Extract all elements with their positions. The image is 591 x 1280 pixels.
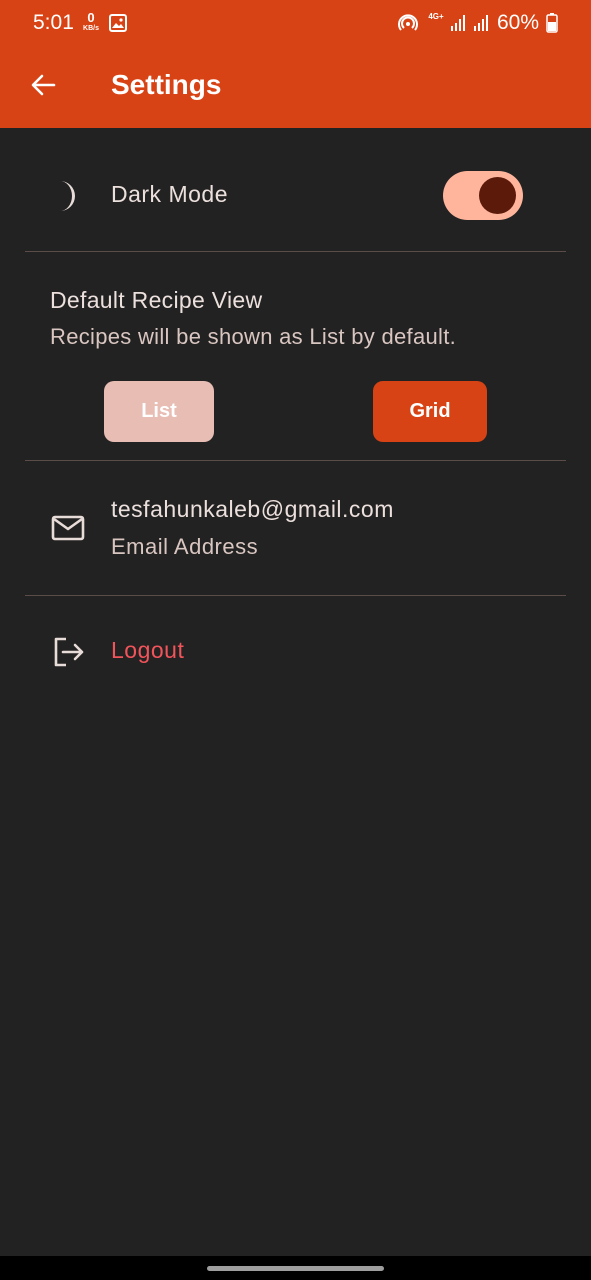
mail-icon (50, 513, 86, 543)
battery-percent: 60% (497, 11, 540, 34)
list-view-button[interactable]: List (104, 381, 214, 442)
gallery-icon (109, 14, 127, 37)
signal-icon (473, 14, 491, 37)
divider (25, 460, 566, 461)
dark-mode-label: Dark Mode (111, 181, 228, 207)
signal-icon (450, 14, 468, 37)
toggle-knob (479, 177, 516, 214)
back-button[interactable] (28, 70, 58, 100)
network-speed-value: 0 (87, 10, 95, 25)
app-header: 5:01 0 KB/s 4G+ 60% Settings (0, 0, 591, 128)
status-time: 5:01 (33, 11, 74, 34)
recipe-view-title: Default Recipe View (50, 287, 263, 313)
battery-icon (546, 13, 558, 38)
moon-icon (50, 178, 84, 214)
email-label: Email Address (111, 534, 259, 559)
grid-view-button[interactable]: Grid (373, 381, 487, 442)
dark-mode-toggle[interactable] (443, 171, 523, 220)
divider (25, 595, 566, 596)
page-title: Settings (111, 69, 222, 100)
hotspot-icon (398, 14, 418, 37)
network-type: 4G+ (428, 12, 444, 21)
divider (25, 251, 566, 252)
home-gesture-handle[interactable] (207, 1266, 384, 1271)
recipe-view-subtitle: Recipes will be shown as List by default… (50, 324, 457, 349)
navigation-bar (0, 1256, 591, 1280)
logout-button[interactable]: Logout (111, 637, 184, 664)
arrow-left-icon (31, 74, 56, 96)
logout-icon[interactable] (50, 635, 86, 669)
email-value: tesfahunkaleb@gmail.com (111, 496, 394, 522)
network-speed: 0 KB/s (80, 11, 102, 33)
status-bar: 5:01 0 KB/s 4G+ 60% (0, 0, 591, 46)
network-speed-unit: KB/s (83, 25, 99, 32)
